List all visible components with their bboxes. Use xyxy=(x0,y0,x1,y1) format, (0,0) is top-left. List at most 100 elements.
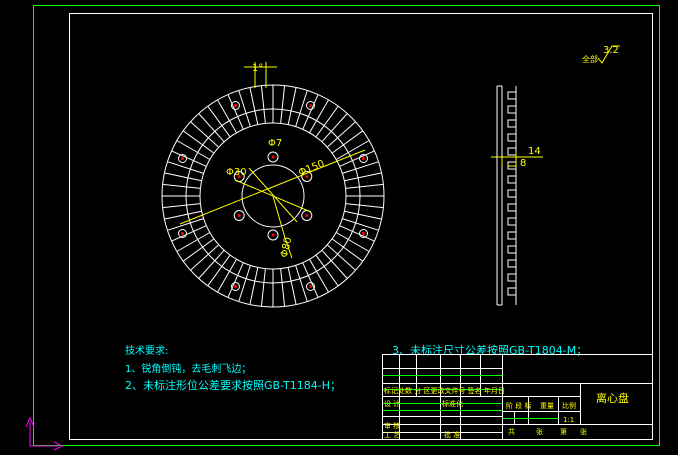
outer-hole-center-mark xyxy=(362,157,365,160)
rib-line xyxy=(227,94,244,130)
rib-line xyxy=(302,262,319,298)
rib-line xyxy=(344,210,382,220)
rib-line xyxy=(217,258,237,293)
tb-weight: 重量 xyxy=(540,402,554,410)
rib-line xyxy=(280,268,286,307)
tb-process: 工 艺 xyxy=(384,431,400,439)
tb-sheets-total: 共 xyxy=(508,427,515,436)
rib-line xyxy=(339,225,375,242)
rib-line xyxy=(171,150,207,167)
rib-line xyxy=(238,90,251,127)
side-tooth-slot xyxy=(507,175,516,184)
outer-hole-center-mark xyxy=(309,285,312,288)
rib-line xyxy=(295,90,308,127)
outer-hole-center-mark xyxy=(362,232,365,235)
d80-dimension: Φ80 xyxy=(279,236,294,258)
d30-dimension: Φ30 xyxy=(226,167,247,178)
outer-hole-center-mark xyxy=(234,285,237,288)
rib-line xyxy=(176,232,211,252)
side-tooth-slot xyxy=(507,105,516,114)
rib-line xyxy=(321,113,348,143)
rib-line xyxy=(207,254,231,287)
rib-line xyxy=(309,99,329,134)
side-tooth-slot xyxy=(507,273,516,282)
tb-review: 审 核 xyxy=(384,421,400,430)
side-tooth-slot xyxy=(507,287,516,296)
rib-line xyxy=(164,172,202,182)
rib-line xyxy=(302,94,319,130)
outer-hole-center-mark xyxy=(181,232,184,235)
tb-scale-label: 比例 xyxy=(562,401,576,410)
rib-line xyxy=(315,254,339,287)
notes-title: 技术要求: xyxy=(125,344,168,357)
side-tooth-slot xyxy=(507,91,516,100)
rib-line xyxy=(345,203,384,209)
rib-line xyxy=(331,238,364,262)
depth-8-dimension: 8 xyxy=(520,158,526,169)
rib-line xyxy=(190,244,220,271)
side-tooth-slot xyxy=(507,217,516,226)
rib-line xyxy=(190,121,220,148)
rib-line xyxy=(331,130,364,154)
side-teeth xyxy=(507,91,516,296)
hole-center-mark xyxy=(271,155,275,159)
rib-line xyxy=(182,238,215,262)
tb-approve: 批 准 xyxy=(444,430,460,439)
d7-dimension: Φ7 xyxy=(268,138,282,149)
tb-sheet-no: 第 xyxy=(560,427,567,436)
rib-line xyxy=(198,113,225,143)
roughness-value: 3.2 xyxy=(603,45,619,56)
side-tooth-slot xyxy=(507,259,516,268)
tb-scale-value: 1:1 xyxy=(563,416,574,424)
rib-line xyxy=(280,85,286,124)
outer-hole-center-mark xyxy=(181,157,184,160)
part-name: 离心盘 xyxy=(596,391,629,405)
angle-dimension: 1° xyxy=(252,63,263,74)
hole-center-mark xyxy=(271,233,275,237)
side-tooth-slot xyxy=(507,133,516,142)
tb-stage-mark: 阶 段 标 xyxy=(506,401,531,410)
rib-line xyxy=(295,265,308,302)
sheet-inner-frame xyxy=(69,13,653,440)
rib-line xyxy=(167,218,204,231)
side-tooth-slot xyxy=(507,189,516,198)
rib-line xyxy=(162,183,201,189)
rib-line xyxy=(182,130,215,154)
note-line-2: 2、未标注形位公差要求按照GB-T1184-H； xyxy=(125,378,341,392)
rib-line xyxy=(207,105,231,138)
hole-center-mark xyxy=(305,214,309,217)
rib-line xyxy=(260,85,266,124)
rib-line xyxy=(162,203,201,209)
tb-design: 设 计 xyxy=(384,399,400,408)
side-view xyxy=(496,85,517,306)
rib-line xyxy=(249,267,259,305)
rib-line xyxy=(287,267,297,305)
tb-sheet-end: 张 xyxy=(580,427,587,436)
rib-line xyxy=(326,244,356,271)
tb-change-row: 标记处数 分 区更改文件号 签名 年月日 xyxy=(384,386,505,395)
hole-center-mark xyxy=(237,214,241,217)
rib-line xyxy=(335,232,370,252)
rib-line xyxy=(342,161,379,174)
rib-line xyxy=(249,87,259,125)
side-tooth-slot xyxy=(507,203,516,212)
rib-line xyxy=(326,121,356,148)
rib-line xyxy=(342,218,379,231)
rib-line xyxy=(315,105,339,138)
tb-sheets-mid: 张 xyxy=(536,427,543,436)
rib-line xyxy=(167,161,204,174)
rib-line xyxy=(309,258,329,293)
side-tooth-slot xyxy=(507,119,516,128)
rib-line xyxy=(217,99,237,134)
tb-standardize: 标准化 xyxy=(442,399,463,408)
rib-line xyxy=(238,265,251,302)
side-tooth-slot xyxy=(507,245,516,254)
rib-line xyxy=(260,268,266,307)
rib-line xyxy=(171,225,207,242)
rib-line xyxy=(227,262,244,298)
rib-line xyxy=(287,87,297,125)
note-line-1: 1、锐角倒钝，去毛刺飞边； xyxy=(125,362,251,375)
roughness-label: 全部 xyxy=(582,54,598,64)
outer-hole-center-mark xyxy=(234,104,237,107)
cad-drawing-canvas[interactable]: 1° Φ7 Φ150 Φ30 Φ80 14 8 3.2 全部 技术要求: 1、锐… xyxy=(0,0,678,455)
